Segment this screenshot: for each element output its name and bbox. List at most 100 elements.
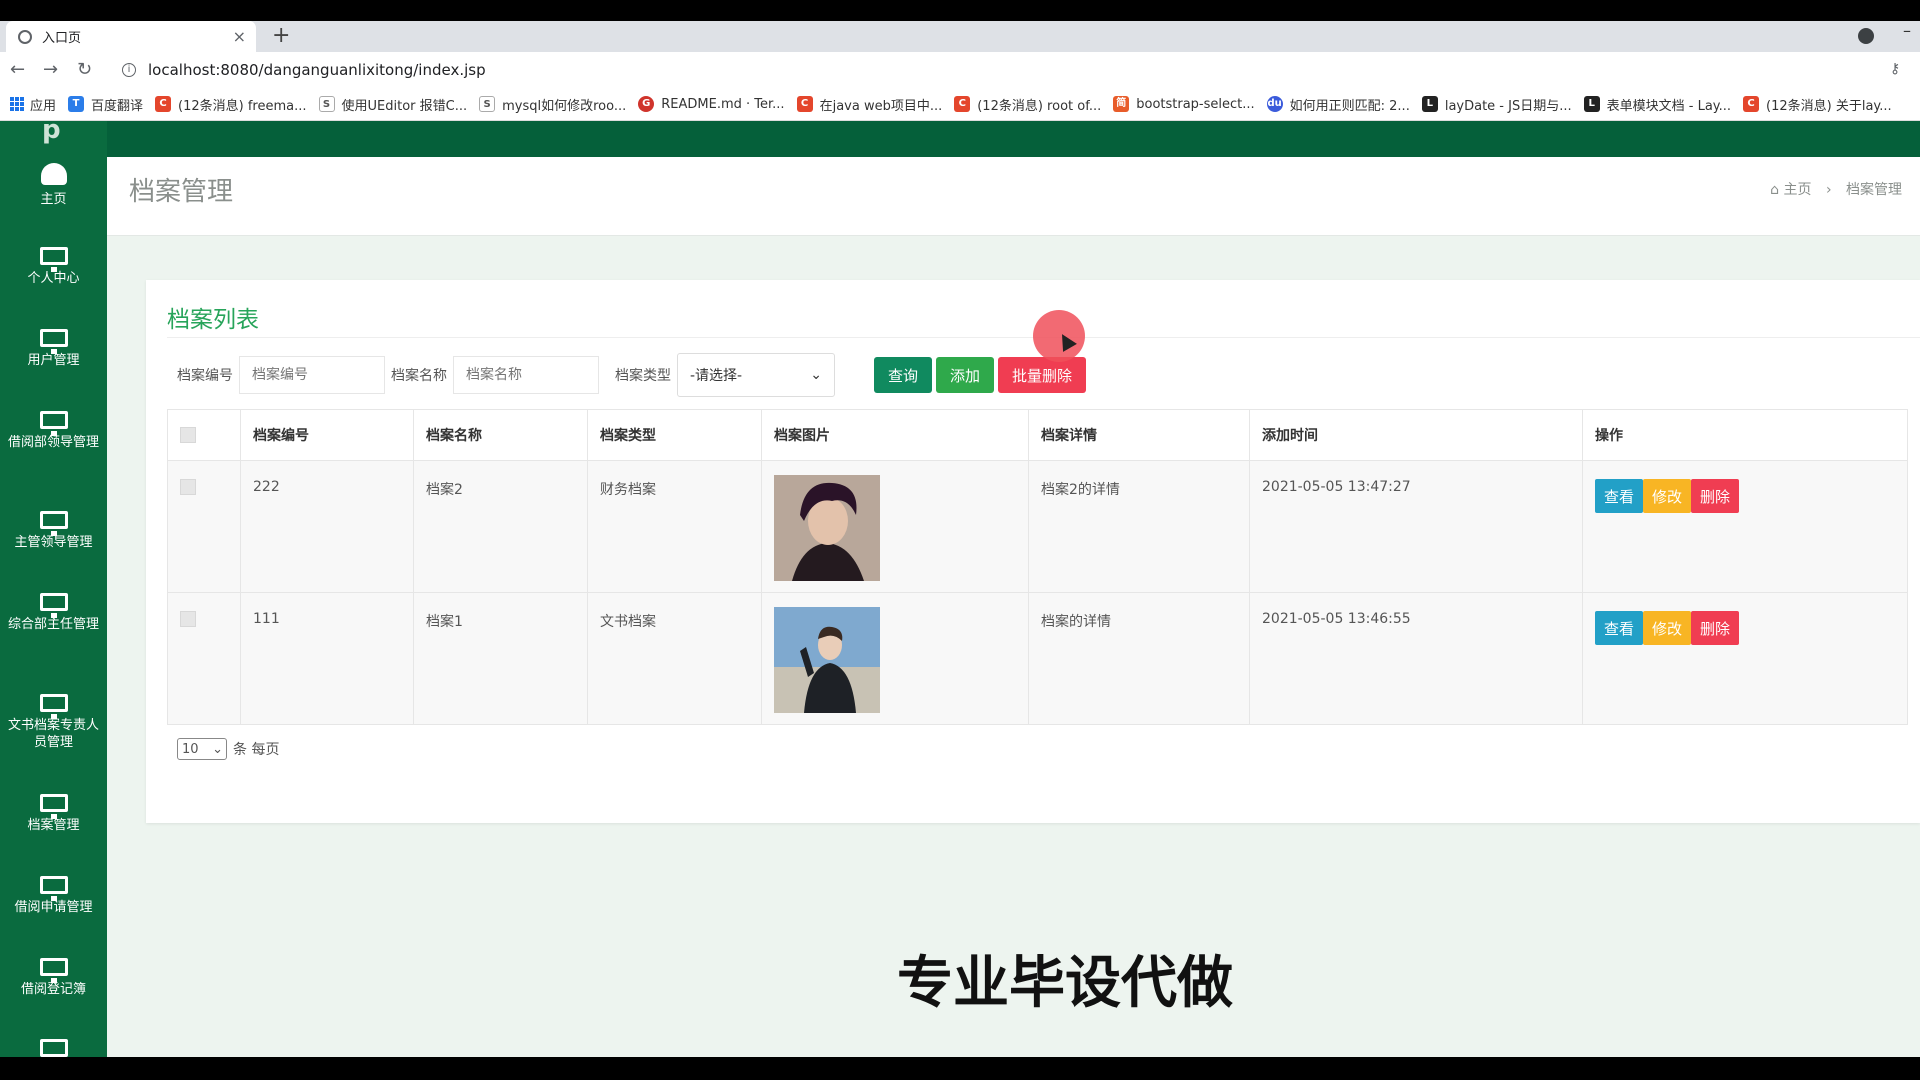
name-input[interactable] bbox=[453, 356, 599, 394]
type-select[interactable]: -请选择- ⌄ bbox=[677, 353, 835, 397]
row-checkbox[interactable] bbox=[180, 611, 196, 627]
bookmark-label: 如何用正则匹配: 2... bbox=[1289, 98, 1410, 114]
bookmark-item[interactable]: C (12条消息) root of... bbox=[954, 95, 1101, 114]
info-icon[interactable]: i bbox=[122, 63, 136, 77]
chevron-right-icon: › bbox=[1825, 182, 1832, 198]
sidebar-item-label: 主页 bbox=[40, 192, 67, 207]
sidebar-item-label: 综合部主任管理 bbox=[8, 617, 100, 632]
new-tab-icon[interactable]: + bbox=[272, 23, 290, 48]
sidebar: p 主页 个人中心 用户管理 借阅部领导管理 主管领导管理 综合部主任管理 文书… bbox=[0, 115, 107, 1057]
profile-icon[interactable] bbox=[1858, 28, 1874, 44]
code-cell: 111 bbox=[240, 592, 414, 725]
archive-photo[interactable] bbox=[774, 607, 880, 713]
close-tab-icon[interactable]: × bbox=[233, 27, 246, 46]
sidebar-item-label: 主管领导管理 bbox=[14, 535, 93, 550]
name-cell: 档案2 bbox=[413, 460, 588, 593]
table-row: 111 档案1 文书档案 档案的详情 2021-05-05 13:46:55 查… bbox=[167, 592, 1908, 725]
delete-button[interactable]: 删除 bbox=[1691, 479, 1740, 513]
bookmark-label: layDate - JS日期与... bbox=[1444, 98, 1572, 114]
key-icon[interactable]: ⚷ bbox=[1890, 61, 1900, 77]
delete-button[interactable]: 删除 bbox=[1691, 611, 1740, 645]
query-button[interactable]: 查询 bbox=[874, 357, 933, 393]
home-icon: ⌂ bbox=[1770, 182, 1780, 198]
view-button[interactable]: 查看 bbox=[1595, 611, 1644, 645]
row-checkbox[interactable] bbox=[180, 479, 196, 495]
sidebar-item-borrow-leaders[interactable]: 借阅部领导管理 bbox=[0, 411, 107, 451]
bookmark-item[interactable]: G README.md · Ter... bbox=[638, 96, 785, 112]
logo: p bbox=[42, 115, 61, 145]
page-size-select[interactable]: 10 ⌄ bbox=[177, 738, 227, 760]
actions-cell: 查看 修改 删除 bbox=[1582, 460, 1908, 593]
monitor-icon bbox=[39, 694, 68, 719]
archive-list-card: 档案列表 档案编号 档案名称 档案类型 -请选择- ⌄ 查询 添加 批量删除 bbox=[146, 280, 1920, 823]
bookmark-icon: T bbox=[68, 96, 85, 112]
bookmark-item[interactable]: C 在java web项目中... bbox=[796, 95, 943, 114]
bookmarks-bar: 应用 T 百度翻译 C (12条消息) freema... S 使用UEditor 报… bbox=[0, 88, 1920, 121]
bookmark-icon: G bbox=[638, 96, 655, 112]
type-cell: 财务档案 bbox=[587, 460, 762, 593]
bookmark-label: (12条消息) freema... bbox=[178, 98, 307, 114]
bookmark-item[interactable]: S 使用UEditor 报错C... bbox=[318, 95, 468, 114]
image-cell bbox=[761, 592, 1029, 725]
add-button[interactable]: 添加 bbox=[936, 357, 995, 393]
code-label: 档案编号 bbox=[177, 368, 233, 384]
archive-photo[interactable] bbox=[774, 475, 880, 581]
bookmark-icon: S bbox=[479, 96, 496, 112]
breadcrumb-home[interactable]: 主页 bbox=[1783, 182, 1811, 198]
bookmark-item[interactable]: C (12条消息) freema... bbox=[155, 95, 307, 114]
monitor-icon bbox=[39, 1039, 68, 1057]
sidebar-item-borrow-requests[interactable]: 借阅申请管理 bbox=[0, 876, 107, 916]
bookmark-label: 使用UEditor 报错C... bbox=[341, 98, 468, 114]
table-header-row: 档案编号 档案名称 档案类型 档案图片 档案详情 添加时间 操作 bbox=[167, 409, 1908, 461]
type-cell: 文书档案 bbox=[587, 592, 762, 725]
bookmark-item[interactable]: 简 bootstrap-select... bbox=[1113, 96, 1255, 112]
reload-icon[interactable]: ↻ bbox=[77, 59, 92, 80]
added-time-cell: 2021-05-05 13:47:27 bbox=[1249, 460, 1583, 593]
bookmark-item[interactable]: du 如何用正则匹配: 2... bbox=[1266, 95, 1410, 114]
browser-tab[interactable]: 入口页 × bbox=[6, 21, 256, 52]
chevron-down-icon: ⌄ bbox=[810, 367, 822, 383]
sidebar-item-archives[interactable]: 档案管理 bbox=[0, 794, 107, 834]
batch-delete-button[interactable]: 批量删除 bbox=[998, 357, 1087, 393]
actions-cell: 查看 修改 删除 bbox=[1582, 592, 1908, 725]
pagination: 10 ⌄ 条 每页 bbox=[177, 738, 279, 760]
bookmark-label: 在java web项目中... bbox=[819, 98, 943, 114]
bookmark-icon: du bbox=[1266, 96, 1283, 112]
back-icon[interactable]: ← bbox=[10, 59, 25, 80]
sidebar-item-label: 用户管理 bbox=[27, 353, 80, 368]
address-bar[interactable]: i localhost:8080/danganguanlixitong/inde… bbox=[118, 56, 1888, 84]
bookmark-item[interactable]: Smysql如何修改roo... bbox=[479, 95, 626, 114]
sidebar-item-label: 档案管理 bbox=[27, 818, 80, 833]
minimize-icon[interactable]: – bbox=[1903, 21, 1911, 40]
view-button[interactable]: 查看 bbox=[1595, 479, 1644, 513]
browser-toolbar: ← → ↻ i localhost:8080/danganguanlixiton… bbox=[0, 52, 1920, 88]
filter-bar: 档案编号 档案名称 档案类型 -请选择- ⌄ 查询 添加 批量删除 bbox=[177, 353, 1090, 397]
tab-title: 入口页 bbox=[42, 31, 82, 46]
bookmark-icon: L bbox=[1421, 96, 1438, 112]
bookmark-item[interactable]: T 百度翻译 bbox=[68, 95, 143, 114]
forward-icon[interactable]: → bbox=[43, 59, 58, 80]
column-header: 档案图片 bbox=[761, 409, 1029, 461]
sidebar-item-profile[interactable]: 个人中心 bbox=[0, 247, 107, 287]
bookmark-icon: 简 bbox=[1113, 96, 1130, 112]
sidebar-item-document-staff[interactable]: 文书档案专责人员管理 bbox=[0, 694, 107, 751]
select-all-checkbox[interactable] bbox=[180, 427, 196, 443]
monitor-icon bbox=[39, 958, 68, 983]
bookmark-item[interactable]: 应用 bbox=[30, 95, 56, 114]
breadcrumb-current: 档案管理 bbox=[1846, 182, 1902, 198]
sidebar-item-general-directors[interactable]: 综合部主任管理 bbox=[0, 593, 107, 633]
bookmark-label: 表单模块文档 - Lay... bbox=[1606, 98, 1732, 114]
sidebar-item-more[interactable] bbox=[0, 1039, 107, 1057]
bookmark-item[interactable]: LlayDate - JS日期与... bbox=[1421, 95, 1572, 114]
sidebar-item-home[interactable]: 主页 bbox=[0, 163, 107, 208]
sidebar-item-borrow-register[interactable]: 借阅登记簿 bbox=[0, 958, 107, 998]
bookmark-item[interactable]: C (12条消息) 关于lay... bbox=[1743, 95, 1892, 114]
code-input[interactable] bbox=[239, 356, 385, 394]
sidebar-item-supervisor-leaders[interactable]: 主管领导管理 bbox=[0, 511, 107, 551]
edit-button[interactable]: 修改 bbox=[1643, 611, 1692, 645]
bookmark-label: (12条消息) root of... bbox=[977, 98, 1102, 114]
chevron-down-icon: ⌄ bbox=[212, 741, 223, 757]
bookmark-item[interactable]: L 表单模块文档 - Lay... bbox=[1583, 95, 1732, 114]
sidebar-item-users[interactable]: 用户管理 bbox=[0, 329, 107, 369]
edit-button[interactable]: 修改 bbox=[1643, 479, 1692, 513]
